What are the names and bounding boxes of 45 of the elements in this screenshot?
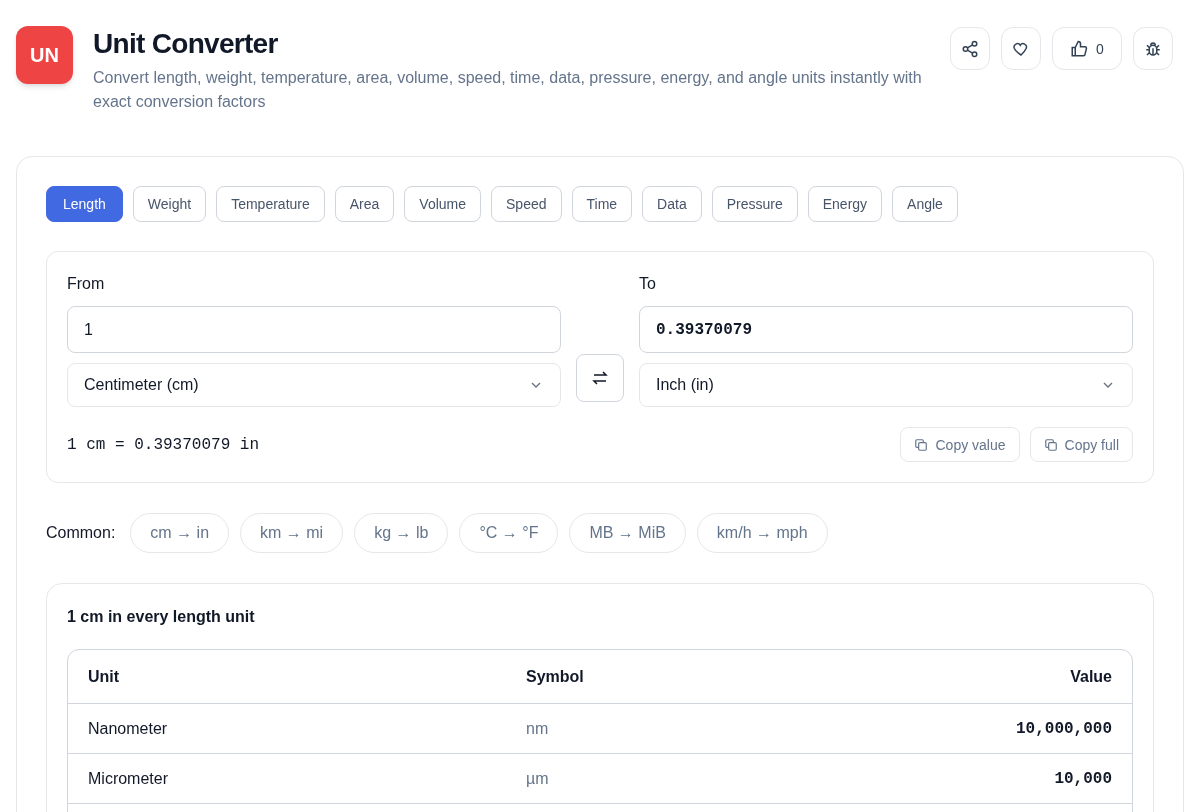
unit-select[interactable]: Inch (in) [639,363,1133,407]
copy-icon [914,437,929,452]
category-tab[interactable]: Volume [404,186,482,222]
page-title: Unit Converter [93,27,279,61]
category-tab[interactable]: Angle [892,186,958,222]
unit-value: 10,000,000 [1016,718,1112,740]
thumbs-up-icon [1070,39,1089,58]
common-label: Common: [46,523,116,543]
category-tab[interactable]: Energy [807,186,883,222]
unit-symbol: µm [526,768,549,789]
unit-select[interactable]: Centimeter (cm) [67,363,561,407]
field-label: From [67,274,106,294]
category-tab[interactable]: Temperature [216,186,325,222]
like-button[interactable]: 0 [1052,27,1122,70]
unit-name: Nanometer [88,718,168,739]
bug-icon [1144,39,1162,58]
swap-button[interactable] [576,354,624,402]
app-logo: UN [16,26,73,84]
column-header: Unit [88,666,120,687]
share-icon [961,39,979,58]
from-value-field[interactable]: 1 [67,306,561,353]
unit-value: 10,000 [1054,768,1112,790]
unit-name: Micrometer [88,768,168,789]
results-title: 1 cm in every length unit [67,607,256,627]
swap-icon [591,369,609,387]
column-header: Symbol [526,666,584,687]
conversion-formula: 1 cm = 0.39370079 in [67,434,260,456]
share-button[interactable] [950,27,990,70]
category-tab[interactable]: Length [46,186,123,222]
copy-button[interactable]: Copy value [900,427,1020,462]
unit-symbol: nm [526,718,549,739]
favorite-button[interactable] [1001,27,1041,70]
report-bug-button[interactable] [1133,27,1173,70]
page-description: Convert length, weight, temperature, area, volume, speed, time, data, pressure, energy, and angle units instantly with exact conversion factors [93,68,923,112]
category-tab[interactable]: Pressure [711,186,798,222]
category-tab[interactable]: Speed [491,186,562,222]
column-header: Value [1070,666,1112,687]
copy-button[interactable]: Copy full [1029,427,1133,462]
category-tab[interactable]: Data [642,186,702,222]
to-value-field[interactable]: 0.39370079 [639,306,1133,353]
category-tab[interactable]: Weight [132,186,207,222]
copy-icon [1043,437,1058,452]
category-tab[interactable]: Time [571,186,633,222]
category-tab[interactable]: Area [334,186,395,222]
field-label: To [639,274,657,294]
